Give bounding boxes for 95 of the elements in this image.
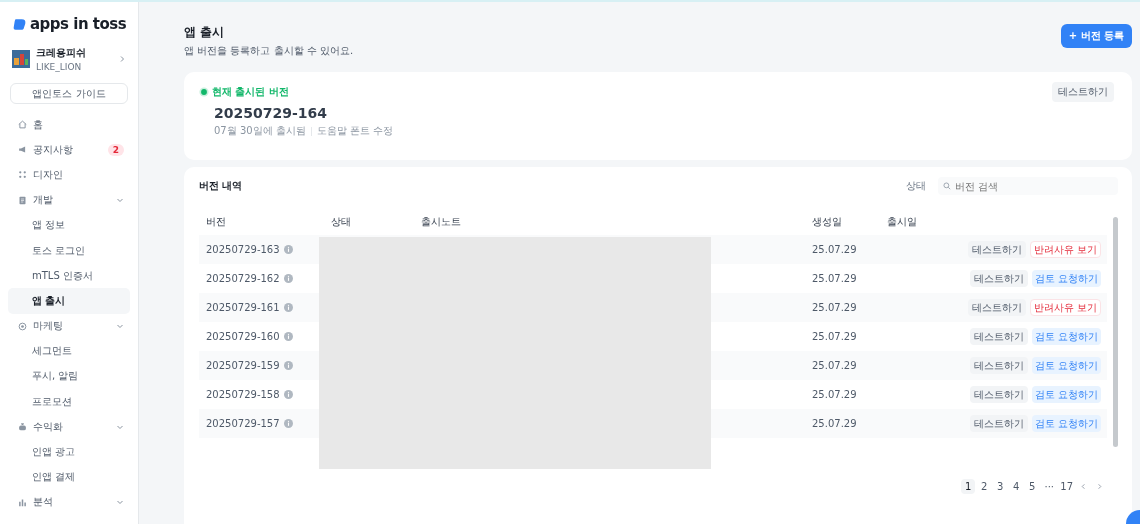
sidebar-item[interactable]: 홈 xyxy=(8,112,130,138)
sidebar-item[interactable]: 분석 xyxy=(8,489,130,515)
page-ellipsis: ··· xyxy=(1043,480,1056,494)
review-request-button[interactable]: 검토 요청하기 xyxy=(1031,386,1101,403)
column-header: 상태 xyxy=(331,215,352,229)
test-button[interactable]: 테스트하기 xyxy=(969,328,1028,345)
current-version: 20250729-164 xyxy=(214,105,328,121)
status-dot-icon xyxy=(199,87,209,97)
rejection-reason-button[interactable]: 반려사유 보기 xyxy=(1029,299,1101,316)
bar-chart-icon xyxy=(18,497,27,507)
review-request-button[interactable]: 검토 요청하기 xyxy=(1031,328,1101,345)
chevron-down-icon xyxy=(116,322,124,331)
page-button[interactable]: 17 xyxy=(1059,479,1074,494)
sidebar-subitem[interactable]: 프로모션 xyxy=(8,389,130,415)
column-header: 출시일 xyxy=(887,215,918,229)
column-header: 출시노트 xyxy=(421,215,462,229)
page-button[interactable]: 3 xyxy=(993,479,1008,494)
date-cell-text: 25.07.29 xyxy=(812,302,858,313)
info-icon xyxy=(283,419,293,428)
test-button[interactable]: 테스트하기 xyxy=(969,386,1028,403)
section-title: 버전 내역 xyxy=(199,179,243,193)
sidebar-subitem[interactable]: 인앱 광고 xyxy=(8,439,130,465)
sidebar-subitem[interactable]: 토스 로그인 xyxy=(8,237,130,264)
sidebar-item[interactable]: 개발 xyxy=(8,187,130,213)
search-field[interactable]: 버전 검색 xyxy=(938,177,1118,195)
test-button[interactable]: 테스트하기 xyxy=(969,270,1028,287)
column-header: 생성일 xyxy=(812,215,843,229)
status-filter[interactable]: 상태 xyxy=(900,178,932,194)
info-icon xyxy=(283,245,293,254)
test-button[interactable]: 테스트하기 xyxy=(969,357,1028,374)
home-icon xyxy=(18,120,27,130)
version-cell: 20250729-160 xyxy=(206,331,280,342)
dots-icon xyxy=(18,170,27,180)
info-icon xyxy=(283,390,293,399)
brand-name: apps in toss xyxy=(30,15,127,33)
test-button[interactable]: 테스트하기 xyxy=(969,415,1028,432)
version-cell: 20250729-163 xyxy=(206,244,280,255)
page-button[interactable]: 5 xyxy=(1025,479,1040,494)
guide-button[interactable]: 앱인토스 가이드 xyxy=(10,83,128,104)
chevron-right-icon xyxy=(1095,483,1103,490)
info-icon xyxy=(283,303,293,312)
sidebar-subitem[interactable]: 앱 정보 xyxy=(8,212,130,238)
rejection-reason-button[interactable]: 반려사유 보기 xyxy=(1029,241,1101,258)
info-icon xyxy=(283,361,293,370)
megaphone-icon xyxy=(18,145,27,155)
page-title: 앱 출시 xyxy=(184,24,226,41)
sidebar-subitem[interactable]: 앱 출시 xyxy=(8,288,130,314)
page-subtitle: 앱 버전을 등록하고 출시할 수 있어요. xyxy=(184,44,354,58)
sidebar-subitem[interactable]: 푸시, 알림 xyxy=(8,363,130,390)
logo-icon xyxy=(13,17,27,31)
version-cell: 20250729-162 xyxy=(206,273,280,284)
page-button[interactable]: 2 xyxy=(977,479,992,494)
version-cell: 20250729-161 xyxy=(206,302,280,313)
sidebar-item[interactable]: 마케팅 xyxy=(8,313,130,339)
workspace-switcher[interactable]: 크레용피쉬 LIKE_LION xyxy=(8,46,130,72)
count-badge: 2 xyxy=(107,143,124,156)
review-request-button[interactable]: 검토 요청하기 xyxy=(1031,415,1101,432)
target-icon xyxy=(18,321,27,331)
column-header: 버전 xyxy=(206,215,227,229)
chevron-down-icon xyxy=(116,196,124,205)
date-cell-text: 25.07.29 xyxy=(812,418,858,429)
test-button[interactable]: 테스트하기 xyxy=(1052,82,1114,102)
sidebar-subitem[interactable]: 인앱 결제 xyxy=(8,464,130,490)
live-label: 현재 출시된 버전 xyxy=(212,85,289,99)
workspace-avatar-icon xyxy=(12,50,30,68)
release-note: 도움말 폰트 수정 xyxy=(316,124,394,138)
chevron-left-icon xyxy=(1079,483,1087,490)
page-button[interactable]: 1 xyxy=(961,479,976,494)
register-version-button[interactable]: + 버전 등록 xyxy=(1060,24,1132,48)
test-button[interactable]: 테스트하기 xyxy=(967,241,1026,258)
document-icon xyxy=(18,195,27,205)
release-date: 07월 30일에 출시됨 xyxy=(214,124,306,138)
date-cell-text: 25.07.29 xyxy=(812,331,858,342)
test-button[interactable]: 테스트하기 xyxy=(967,299,1026,316)
info-icon xyxy=(283,274,293,283)
review-request-button[interactable]: 검토 요청하기 xyxy=(1031,270,1101,287)
sidebar-item[interactable]: 공지사항 2 xyxy=(8,137,130,163)
sidebar-subitem[interactable]: mTLS 인증서 xyxy=(8,263,130,289)
money-bag-icon xyxy=(18,422,27,432)
scrollbar-thumb[interactable] xyxy=(1113,217,1118,447)
version-cell: 20250729-159 xyxy=(206,360,280,371)
sidebar-subitem[interactable]: 세그먼트 xyxy=(8,338,130,364)
version-cell: 20250729-157 xyxy=(206,418,280,429)
info-icon xyxy=(283,332,293,341)
chevron-right-icon xyxy=(118,55,126,63)
date-cell-text: 25.07.29 xyxy=(812,244,858,255)
date-cell-text: 25.07.29 xyxy=(812,389,858,400)
sidebar-item[interactable]: 디자인 xyxy=(8,162,130,188)
version-cell: 20250729-158 xyxy=(206,389,280,400)
page-button[interactable]: 4 xyxy=(1009,479,1024,494)
date-cell-text: 25.07.29 xyxy=(812,360,858,371)
chevron-down-icon xyxy=(116,498,124,507)
review-request-button[interactable]: 검토 요청하기 xyxy=(1031,357,1101,374)
date-cell-text: 25.07.29 xyxy=(812,273,858,284)
sidebar-item[interactable]: 수익화 xyxy=(8,414,130,440)
